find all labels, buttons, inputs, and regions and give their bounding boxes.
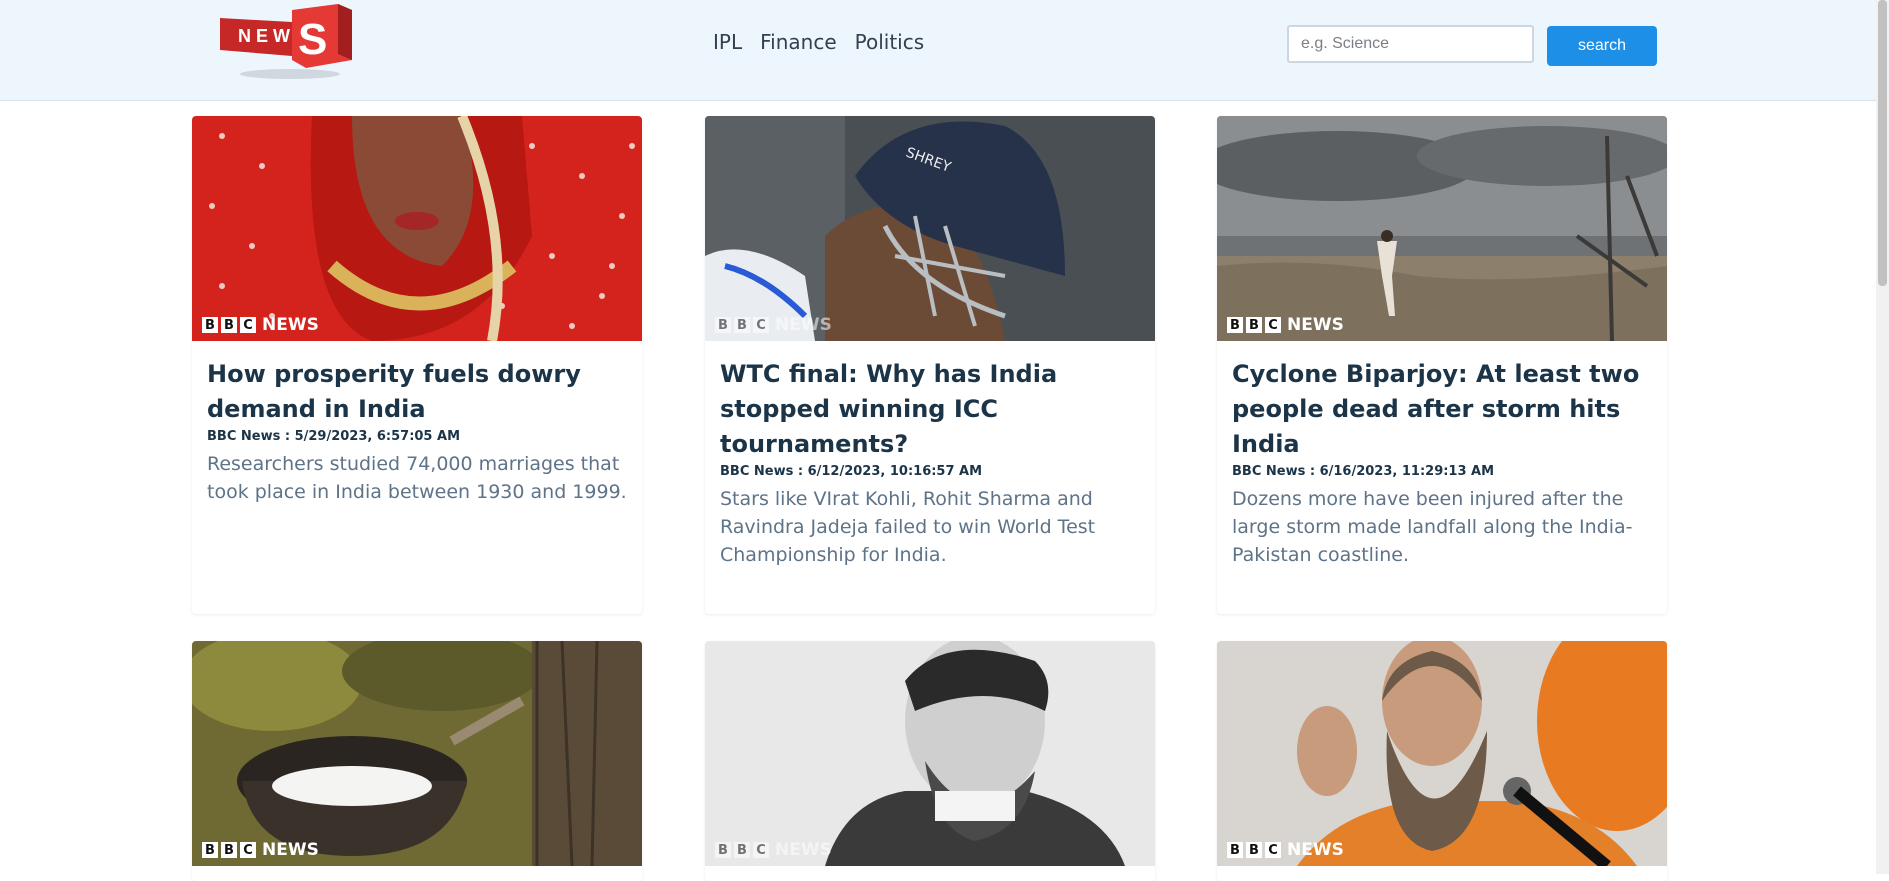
news-card[interactable]: BBC NEWS How prosperity fuels dowry dema… bbox=[192, 116, 642, 614]
search-button[interactable]: search bbox=[1547, 26, 1657, 66]
bbc-news-watermark: BBC NEWS bbox=[202, 315, 319, 335]
main-nav: IPL Finance Politics bbox=[713, 30, 924, 54]
bbc-news-watermark: BBC NEWS bbox=[1227, 315, 1344, 335]
article-title[interactable]: WTC final: Why has India stopped winning… bbox=[720, 357, 1140, 462]
stormy-coast-photo bbox=[1217, 116, 1667, 341]
news-card[interactable]: SHREY BBC NEWS WTC final: Why has India … bbox=[705, 116, 1155, 614]
bride-red-saree-photo bbox=[192, 116, 642, 341]
bbc-news-watermark: BBC NEWS bbox=[715, 840, 832, 860]
rubber-tapping-bowl-photo bbox=[192, 641, 642, 866]
bbc-news-watermark: BBC NEWS bbox=[715, 315, 832, 335]
svg-text:S: S bbox=[298, 15, 327, 64]
article-title[interactable]: How prosperity fuels dowry demand in Ind… bbox=[207, 357, 627, 427]
bearded-man-portrait-photo bbox=[705, 641, 1155, 866]
article-image[interactable]: BBC NEWS bbox=[192, 116, 642, 341]
nav-item-ipl[interactable]: IPL bbox=[713, 30, 742, 54]
top-navbar: N E W S IPL Finance Politics search bbox=[0, 0, 1876, 101]
search-input[interactable] bbox=[1287, 25, 1534, 63]
article-image[interactable]: BBC NEWS bbox=[705, 641, 1155, 866]
article-description: Researchers studied 74,000 marriages tha… bbox=[207, 453, 627, 503]
scrollbar-thumb[interactable] bbox=[1878, 0, 1887, 286]
article-meta: BBC News : 6/16/2023, 11:29:13 AM bbox=[1232, 464, 1495, 479]
nav-item-politics[interactable]: Politics bbox=[855, 30, 925, 54]
article-description: Dozens more have been injured after the … bbox=[1232, 488, 1633, 566]
vertical-scrollbar[interactable] bbox=[1876, 0, 1889, 874]
article-image[interactable]: BBC NEWS bbox=[1217, 641, 1667, 866]
logo-letter-n: N E W bbox=[238, 26, 290, 46]
nav-item-finance[interactable]: Finance bbox=[760, 30, 837, 54]
article-image[interactable]: BBC NEWS bbox=[1217, 116, 1667, 341]
bbc-news-watermark: BBC NEWS bbox=[202, 840, 319, 860]
bearded-man-microphone-photo bbox=[1217, 641, 1667, 866]
news-card[interactable]: BBC NEWS bbox=[705, 641, 1155, 881]
news-card[interactable]: BBC NEWS bbox=[1217, 641, 1667, 881]
article-description: Stars like VIrat Kohli, Rohit Sharma and… bbox=[720, 488, 1096, 566]
article-meta: BBC News : 5/29/2023, 6:57:05 AM bbox=[207, 429, 461, 444]
article-image[interactable]: SHREY BBC NEWS bbox=[705, 116, 1155, 341]
news-card[interactable]: BBC NEWS bbox=[192, 641, 642, 881]
article-image[interactable]: BBC NEWS bbox=[192, 641, 642, 866]
bbc-news-watermark: BBC NEWS bbox=[1227, 840, 1344, 860]
article-meta: BBC News : 6/12/2023, 10:16:57 AM bbox=[720, 464, 983, 479]
article-title[interactable]: Cyclone Biparjoy: At least two people de… bbox=[1232, 357, 1652, 462]
news-logo[interactable]: N E W S bbox=[218, 0, 353, 82]
cricketer-helmet-photo: SHREY bbox=[705, 116, 1155, 341]
news-card[interactable]: BBC NEWS Cyclone Biparjoy: At least two … bbox=[1217, 116, 1667, 614]
